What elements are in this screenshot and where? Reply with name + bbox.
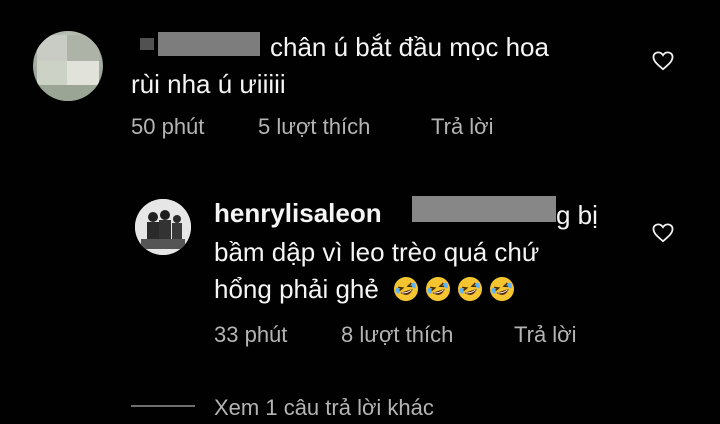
heart-icon[interactable]	[652, 51, 674, 76]
replier-avatar[interactable]	[135, 199, 191, 255]
reply-text-line3: hổng phải ghẻ	[214, 272, 521, 307]
redacted-mention	[412, 196, 556, 222]
reply-text-line1-tail: g bị	[556, 200, 598, 230]
comment-text-line1: chân ú bắt đầu mọc hoa	[270, 32, 549, 62]
reply-likes-count[interactable]: 8 lượt thích	[341, 322, 453, 348]
reply-username[interactable]: henrylisaleon	[214, 196, 382, 231]
likes-count[interactable]: 5 lượt thích	[258, 114, 370, 140]
reply-text-line2: bầm dập vì leo trèo quá chứ	[214, 237, 540, 267]
laughing-face-icon	[458, 277, 483, 301]
heart-icon[interactable]	[652, 223, 674, 248]
reply-button[interactable]: Trả lời	[431, 114, 494, 140]
view-more-divider	[131, 405, 195, 407]
redacted-username	[140, 32, 260, 56]
comment-time: 50 phút	[131, 114, 205, 139]
commenter-avatar[interactable]	[33, 31, 103, 101]
laughing-face-icon	[426, 277, 451, 301]
reply-text-line3-text: hổng phải ghẻ	[214, 274, 379, 304]
laughing-face-icon	[394, 277, 419, 301]
view-more-replies[interactable]: Xem 1 câu trả lời khác	[214, 395, 434, 421]
reply-time: 33 phút	[214, 322, 288, 347]
laughing-emoji-group	[386, 274, 521, 304]
laughing-face-icon	[490, 277, 515, 301]
reply-reply-button[interactable]: Trả lời	[514, 322, 577, 348]
comment-text-line2: rùi nha ú ưiiiii	[131, 69, 286, 99]
